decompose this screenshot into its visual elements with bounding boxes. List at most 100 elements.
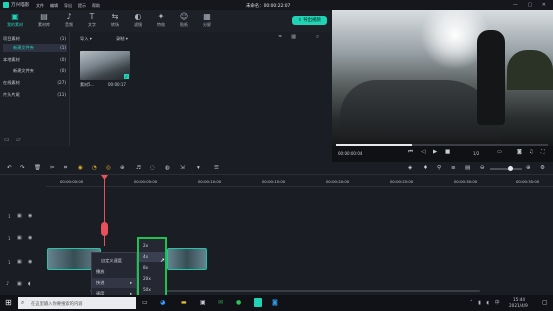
audio-icon[interactable]: ♬ xyxy=(136,165,141,171)
freeze-icon[interactable]: ◎ xyxy=(106,165,111,171)
delete-icon[interactable]: 🗑 xyxy=(34,165,41,171)
tool-filter[interactable]: ◐ 滤镜 xyxy=(127,12,149,30)
tool-my-media[interactable]: ▣ 我的素材 xyxy=(4,12,26,30)
tool-sticker[interactable]: ☺ 贴纸 xyxy=(173,12,195,30)
notification-icon[interactable]: ▢ xyxy=(542,299,548,306)
speed-option-50x[interactable]: 50x xyxy=(139,285,165,295)
mask-icon[interactable]: ◌ xyxy=(150,165,155,171)
color-icon[interactable]: ◉ xyxy=(78,165,83,171)
eye-icon[interactable]: ◉ xyxy=(28,259,32,265)
cut-icon[interactable]: ✂ xyxy=(50,165,55,171)
lock-icon[interactable]: ▣ xyxy=(17,259,22,265)
snapshot-icon[interactable]: ◙ xyxy=(517,149,522,155)
preview-progress-bar[interactable] xyxy=(336,144,548,146)
mixer-icon[interactable]: ≡ xyxy=(451,165,456,171)
speed-option-8x[interactable]: 8x xyxy=(139,263,165,273)
zoom-icon[interactable]: ⊕ xyxy=(120,165,125,171)
zoom-in-icon[interactable]: ⊕ xyxy=(526,165,531,171)
prev-frame-icon[interactable]: ⏮ xyxy=(408,149,413,156)
volume-icon[interactable]: ♫ xyxy=(529,149,533,155)
wechat-icon[interactable]: ● xyxy=(236,299,241,306)
store-icon[interactable]: ▣ xyxy=(200,299,206,306)
timeline-ruler[interactable]: 00:00:00:00 00:00:05:00 00:00:10:00 00:0… xyxy=(46,177,553,187)
track-header-audio: ♪ ▣ ◖ xyxy=(0,279,46,293)
import-dropdown[interactable]: 导入 ▾ xyxy=(80,35,108,42)
file-explorer-icon[interactable]: ▬ xyxy=(181,299,187,306)
eye-icon[interactable]: ◉ xyxy=(28,213,32,219)
tool-stock-media[interactable]: ▤ 素材库 xyxy=(33,12,55,30)
sidebar-item-new-folder-2[interactable]: 新建文件夹 (0) xyxy=(3,67,67,75)
zoom-ratio[interactable]: 1/2 xyxy=(473,151,479,156)
mail-icon[interactable]: ✉ xyxy=(218,299,223,306)
audio-track-icon: ♪ xyxy=(6,281,10,287)
tool-effect[interactable]: ✦ 特效 xyxy=(150,12,172,30)
display-icon[interactable]: ▭ xyxy=(497,149,502,155)
media-sidebar: 项目素材 (1) 新建文件夹 (1) 本地素材 (0) 新建文件夹 (0) 在线素材 (2… xyxy=(0,32,70,146)
menu-item-custom-speed[interactable]: 自定义速度 xyxy=(92,256,136,266)
menu-help[interactable]: 帮助 xyxy=(92,3,100,9)
sidebar-item-intro-outro[interactable]: 片头片尾 (11) xyxy=(3,91,67,99)
sidebar-item-local-media[interactable]: 本地素材 (0) xyxy=(3,56,67,64)
grid-view-icon[interactable]: ▦ xyxy=(291,34,296,40)
window-controls[interactable]: — ▢ ✕ xyxy=(513,2,550,8)
subtitle-icon[interactable]: ▤ xyxy=(465,165,470,171)
tool-audio[interactable]: ♪ 音频 xyxy=(58,12,80,30)
lock-icon[interactable]: ▣ xyxy=(17,281,22,287)
playhead[interactable] xyxy=(101,175,108,246)
menu-file[interactable]: 文件 xyxy=(36,3,44,9)
windows-start-icon[interactable]: ⊞ xyxy=(5,298,12,307)
taskbar-search-box[interactable]: ⌕ 在这里输入你要搜索的内容 xyxy=(18,297,136,309)
menu-export[interactable]: 导出 xyxy=(64,3,72,9)
lock-icon[interactable]: ▣ xyxy=(17,235,22,241)
settings-icon[interactable]: ⚙ xyxy=(540,165,545,171)
speaker-icon[interactable]: ◖ xyxy=(28,281,31,287)
search-icon[interactable]: ⌕ xyxy=(316,34,319,41)
task-view-icon[interactable]: ▭ xyxy=(142,299,148,306)
list-icon[interactable]: ☰ xyxy=(214,165,219,171)
video-clip-2[interactable] xyxy=(167,248,207,270)
zoom-slider[interactable] xyxy=(490,166,522,171)
tool-text[interactable]: T 文字 xyxy=(81,12,103,30)
step-back-icon[interactable]: ◁ xyxy=(421,149,425,155)
filter-icon[interactable]: ⏷ xyxy=(278,34,282,41)
folder-icon[interactable]: ▱ xyxy=(16,136,21,143)
zoom-slider-thumb[interactable] xyxy=(508,166,513,171)
eye-icon[interactable]: ◉ xyxy=(28,235,32,241)
sidebar-item-online-media[interactable]: 在线素材 (27) xyxy=(3,79,67,87)
new-folder-icon[interactable]: ▭ xyxy=(4,136,10,143)
undo-icon[interactable]: ↶ xyxy=(7,165,12,171)
filmora-taskbar-icon[interactable] xyxy=(254,298,262,307)
speed-option-20x[interactable]: 20x xyxy=(139,274,165,284)
record-dropdown[interactable]: 录制 ▾ xyxy=(116,35,144,42)
app-taskbar-icon[interactable]: ◙ xyxy=(272,299,278,306)
stabilize-icon[interactable]: ◍ xyxy=(165,165,170,171)
play-icon[interactable]: ▶ xyxy=(433,149,437,155)
playhead-drag-knob[interactable] xyxy=(101,222,108,236)
crop-icon[interactable]: ⌗ xyxy=(64,165,67,172)
sidebar-item-project-media[interactable]: 项目素材 (1) xyxy=(3,35,67,43)
speed-icon[interactable]: ◔ xyxy=(92,165,97,171)
menu-item-play[interactable]: 播放 xyxy=(92,267,136,277)
marker-icon[interactable]: ▾ xyxy=(197,165,200,171)
menu-hint[interactable]: 提示 xyxy=(78,3,86,9)
fullscreen-icon[interactable]: ⛶ xyxy=(541,149,545,155)
export-clip-icon[interactable]: ⇲ xyxy=(180,165,185,171)
sidebar-item-new-folder[interactable]: 新建文件夹 (1) xyxy=(3,44,67,52)
media-thumbnail[interactable]: ✓ xyxy=(80,51,130,80)
edge-icon[interactable]: ◕ xyxy=(160,299,165,306)
timeline-toolbar: ↶ ↷ 🗑 ✂ ⌗ ◉ ◔ ◎ ⊕ ♬ ◌ ◍ ⇲ ▾ ☰ ◈ ♦ ⚲ ≡ ▤ … xyxy=(0,162,553,175)
sidebar-item-label: 本地素材 xyxy=(3,57,20,62)
render-icon[interactable]: ◈ xyxy=(408,165,412,171)
tray-icons[interactable]: ˄ ▮ ◖ 中 xyxy=(470,299,502,306)
tool-transition[interactable]: ⇆ 转场 xyxy=(104,12,126,30)
voice-icon[interactable]: ♦ xyxy=(423,165,428,171)
menu-edit[interactable]: 编辑 xyxy=(50,3,58,9)
zoom-out-icon[interactable]: ⊖ xyxy=(480,165,485,171)
speed-option-2x[interactable]: 2x xyxy=(139,241,165,251)
lock-icon[interactable]: ▣ xyxy=(17,213,22,219)
export-button[interactable]: ⇪ 导出视频 xyxy=(292,16,327,25)
mic-icon[interactable]: ⚲ xyxy=(437,165,441,171)
tool-split-screen[interactable]: ▦ 分屏 xyxy=(196,12,218,30)
stop-icon[interactable]: ■ xyxy=(445,149,450,155)
redo-icon[interactable]: ↷ xyxy=(20,165,25,171)
